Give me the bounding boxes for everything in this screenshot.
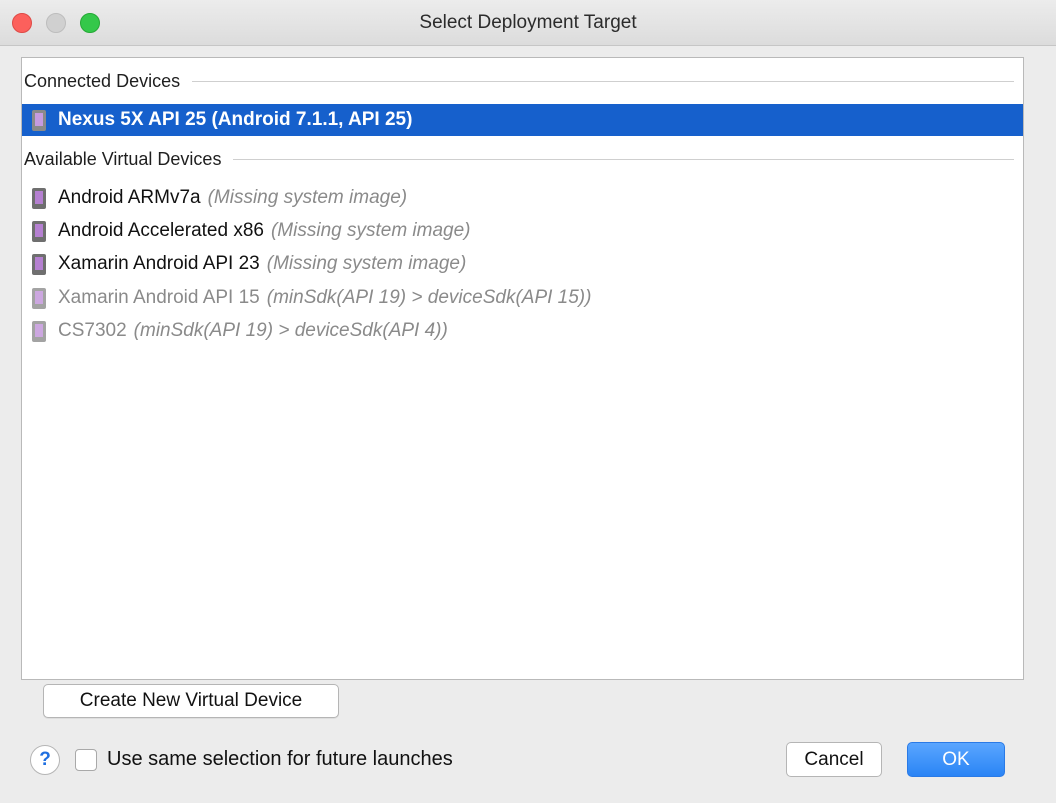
device-status-note: (Missing system image) [270, 220, 471, 241]
phone-icon [32, 287, 46, 309]
device-row-xamarin-api-15[interactable]: Xamarin Android API 15 (minSdk(API 19) >… [22, 282, 1023, 314]
device-name: Xamarin Android API 15 [58, 287, 260, 308]
device-status-note: (minSdk(API 19) > deviceSdk(API 15)) [266, 287, 592, 308]
connected-devices-header: Connected Devices [24, 69, 1020, 93]
device-name: CS7302 [58, 320, 127, 341]
device-name: Xamarin Android API 23 [58, 253, 260, 274]
phone-icon [32, 253, 46, 275]
ok-button[interactable]: OK [907, 742, 1005, 777]
device-status-note: (minSdk(API 19) > deviceSdk(API 4)) [133, 320, 448, 341]
section-divider [192, 80, 1014, 82]
deployment-target-dialog: Select Deployment Target Connected Devic… [0, 0, 1056, 803]
cancel-button[interactable]: Cancel [786, 742, 882, 777]
device-row-android-accelerated-x86[interactable]: Android Accelerated x86 (Missing system … [22, 215, 1023, 247]
device-row-cs7302[interactable]: CS7302 (minSdk(API 19) > deviceSdk(API 4… [22, 315, 1023, 347]
phone-icon [32, 220, 46, 242]
same-selection-checkbox[interactable] [75, 749, 97, 771]
device-row-nexus-5x[interactable]: Nexus 5X API 25 (Android 7.1.1, API 25) [22, 104, 1023, 136]
device-name: Android Accelerated x86 [58, 220, 264, 241]
help-button[interactable]: ? [30, 745, 60, 775]
virtual-devices-header: Available Virtual Devices [24, 147, 1020, 171]
connected-devices-label: Connected Devices [24, 70, 181, 91]
device-name: Android ARMv7a [58, 187, 201, 208]
phone-icon [32, 109, 46, 131]
virtual-devices-label: Available Virtual Devices [24, 148, 222, 169]
device-list[interactable]: Connected Devices Nexus 5X API 25 (Andro… [21, 57, 1024, 680]
device-status-note: (Missing system image) [207, 187, 408, 208]
window-title: Select Deployment Target [419, 12, 637, 33]
device-status-note: (Missing system image) [266, 253, 467, 274]
title-bar[interactable]: Select Deployment Target [0, 0, 1056, 46]
same-selection-label[interactable]: Use same selection for future launches [107, 748, 453, 771]
section-divider [233, 158, 1014, 160]
phone-icon [32, 320, 46, 342]
phone-icon [32, 187, 46, 209]
create-new-virtual-device-button[interactable]: Create New Virtual Device [43, 684, 339, 718]
device-row-android-armv7a[interactable]: Android ARMv7a (Missing system image) [22, 182, 1023, 214]
device-row-xamarin-api-23[interactable]: Xamarin Android API 23 (Missing system i… [22, 248, 1023, 280]
device-name: Nexus 5X API 25 (Android 7.1.1, API 25) [58, 109, 413, 130]
